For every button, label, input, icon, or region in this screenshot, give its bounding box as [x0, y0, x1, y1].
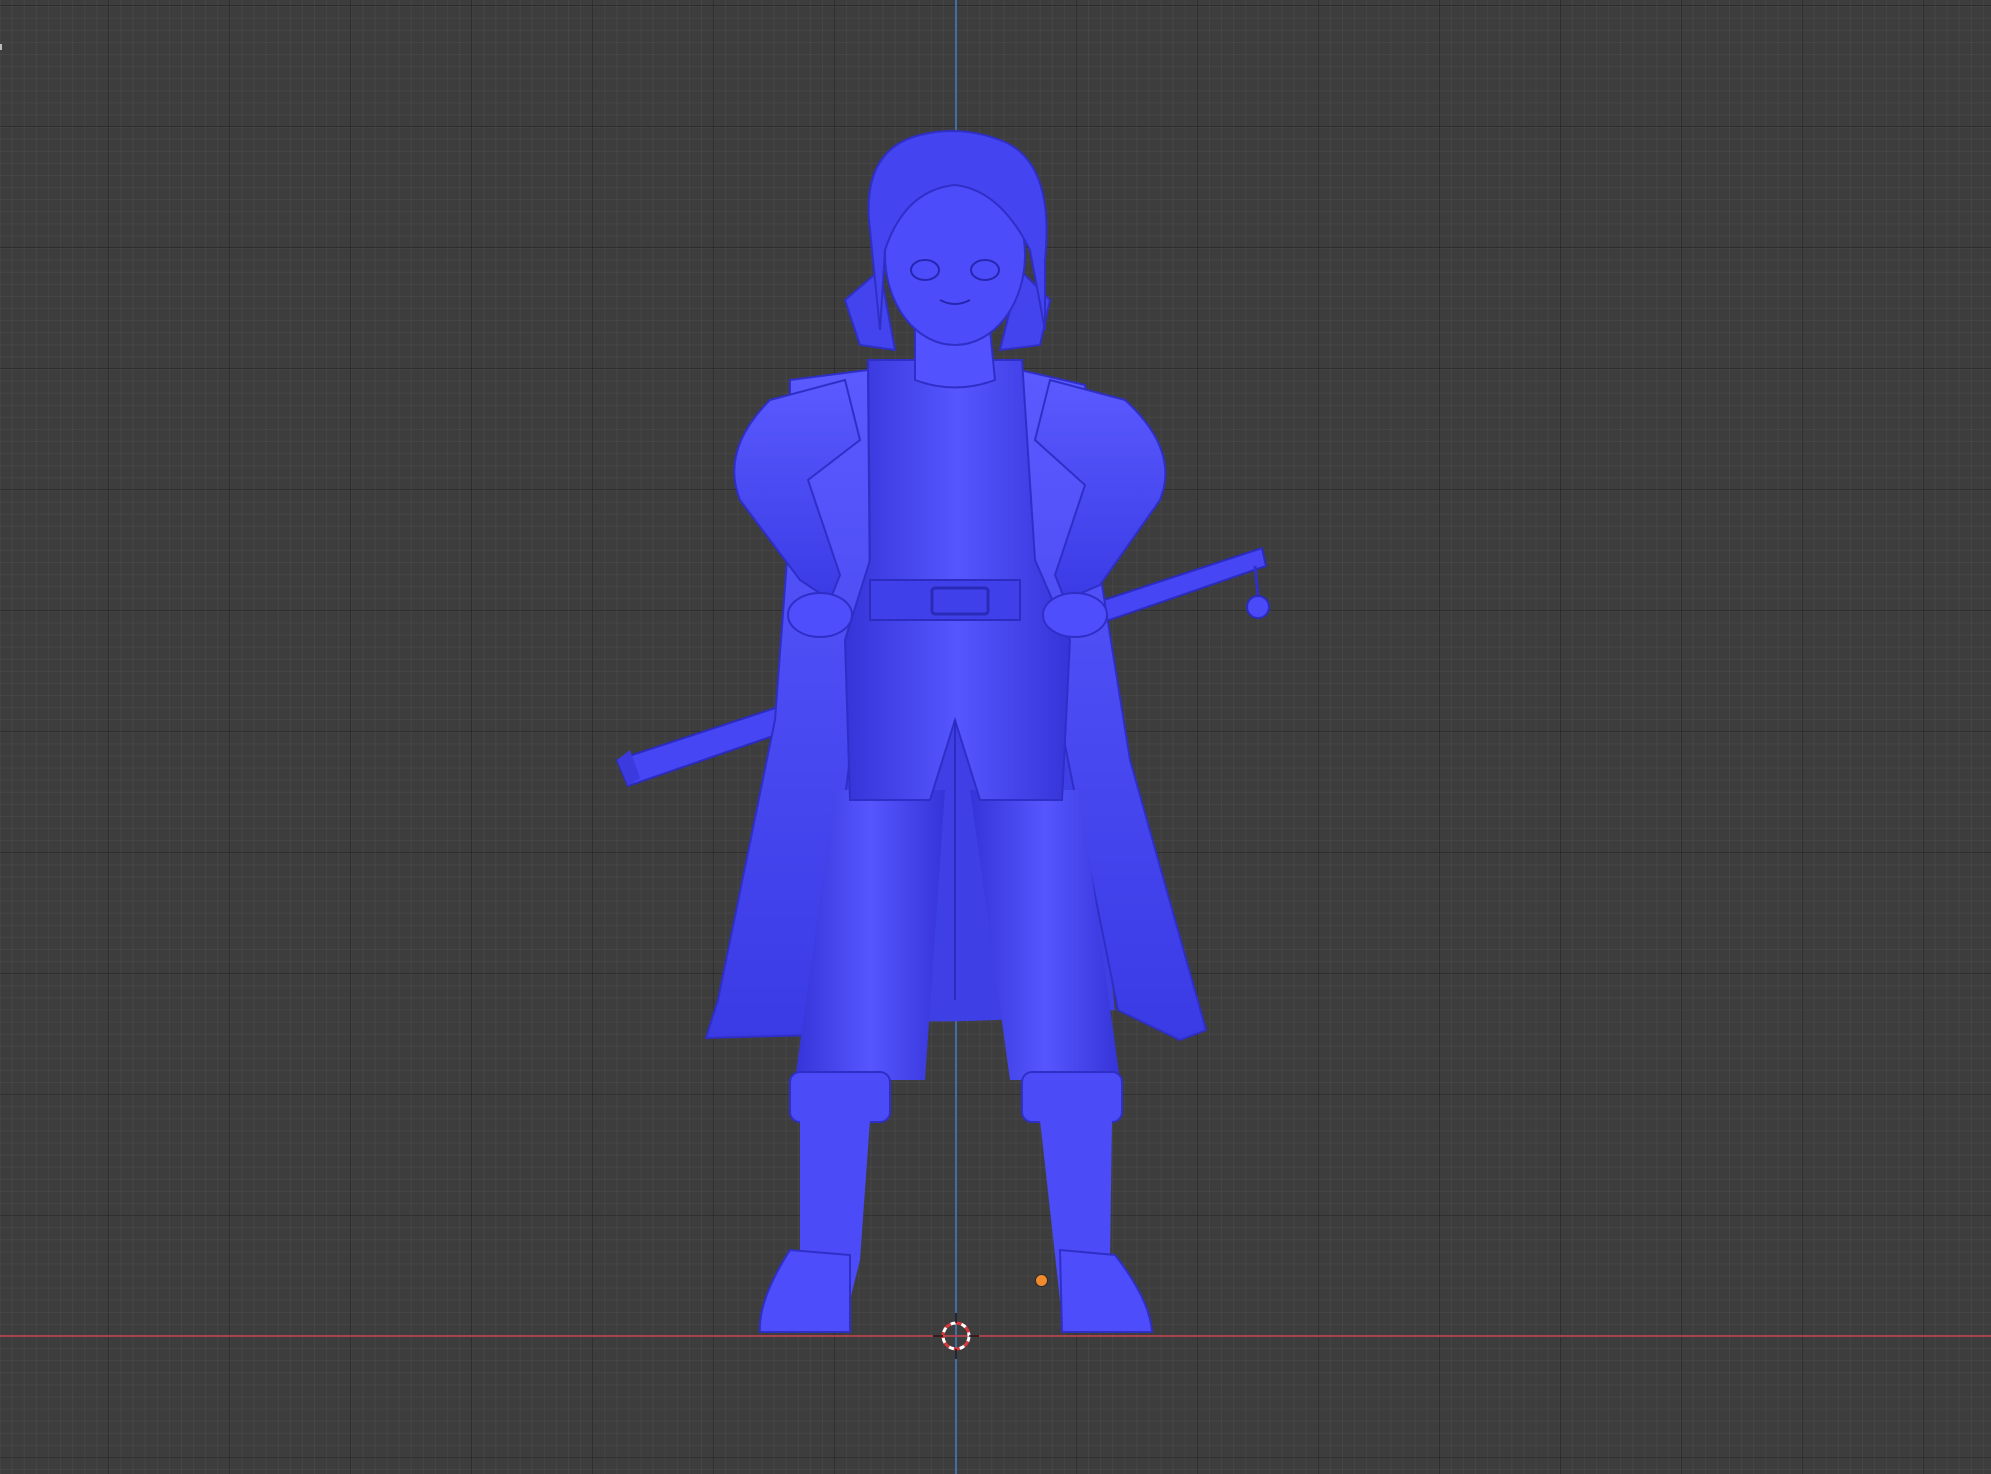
- 3d-cursor-icon[interactable]: [933, 1313, 979, 1359]
- character-model[interactable]: [0, 0, 1991, 1474]
- 3d-viewport[interactable]: [0, 0, 1991, 1474]
- object-origin-icon[interactable]: [1035, 1274, 1048, 1287]
